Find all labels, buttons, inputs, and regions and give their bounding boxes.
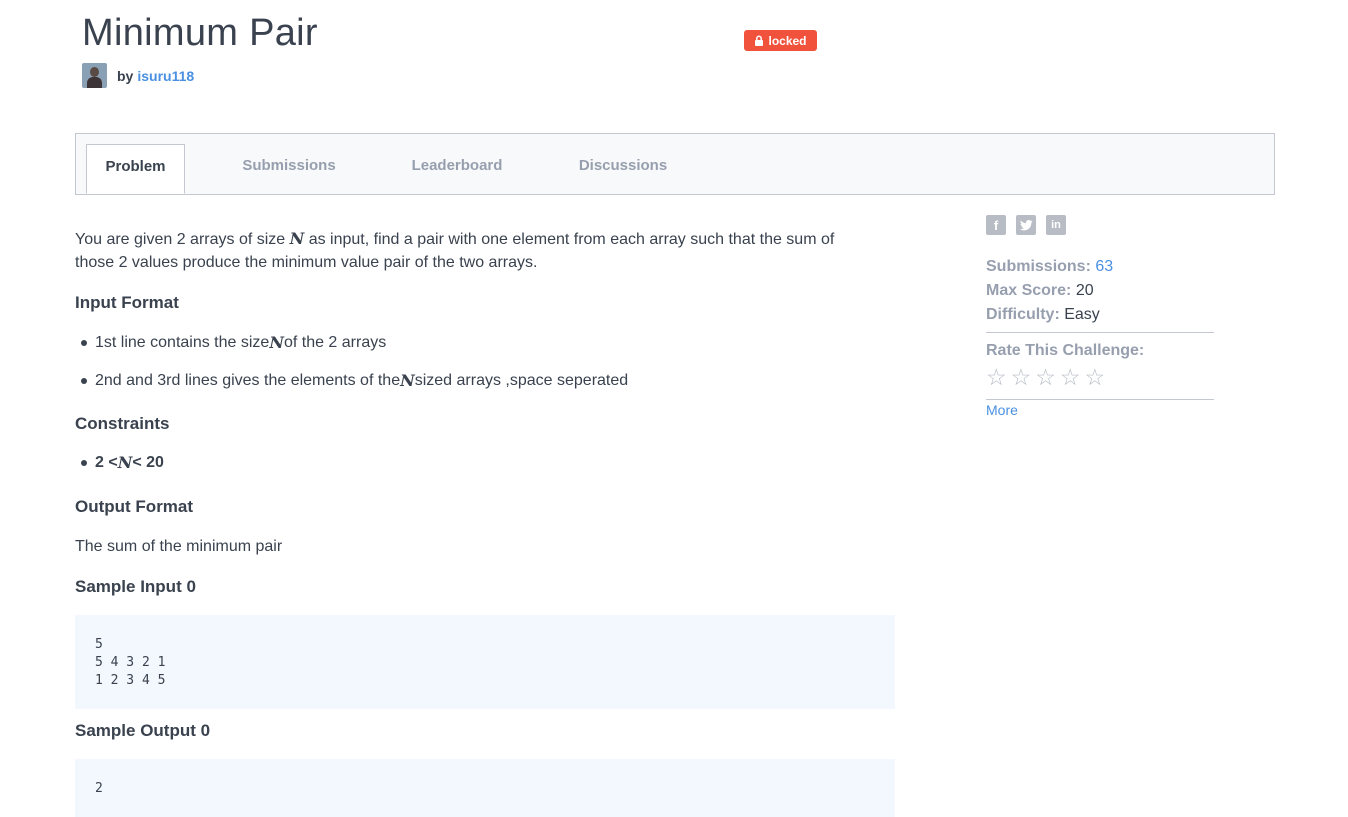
output-format-text: The sum of the minimum pair (75, 538, 283, 555)
more-link[interactable]: More (986, 402, 1018, 418)
list-item: 2nd and 3rd lines gives the elements of … (81, 369, 628, 393)
facebook-icon[interactable]: f (986, 215, 1006, 235)
output-format-heading: Output Format (75, 497, 194, 516)
intro-line-2: those 2 values produce the minimum value… (75, 254, 538, 271)
rate-challenge-label: Rate This Challenge: (986, 342, 1145, 359)
sample-output-code[interactable]: 2 (75, 759, 895, 817)
list-item: 1st line contains the size N of the 2 ar… (81, 331, 386, 355)
star-icon[interactable]: ☆ (1085, 364, 1106, 391)
tab-bar: Problem Submissions Leaderboard Discussi… (75, 133, 1275, 195)
author-link[interactable]: isuru118 (137, 68, 194, 84)
submissions-stat: Submissions: 63 (986, 258, 1114, 275)
sample-input-code[interactable]: 5 5 4 3 2 1 1 2 3 4 5 (75, 615, 895, 709)
twitter-icon[interactable] (1016, 215, 1036, 235)
sample-output-heading: Sample Output 0 (75, 721, 211, 740)
locked-badge: locked (744, 30, 817, 51)
locked-badge-label: locked (768, 33, 807, 48)
intro-line-1: You are given 2 arrays of size N as inpu… (75, 229, 835, 248)
sample-input-heading: Sample Input 0 (75, 577, 196, 596)
star-icon[interactable]: ☆ (1060, 364, 1081, 391)
divider (986, 332, 1214, 333)
input-format-heading: Input Format (75, 293, 179, 312)
lock-icon (755, 35, 764, 46)
constraints-heading: Constraints (75, 414, 170, 433)
author-line: by isuru118 (82, 63, 194, 88)
max-score-stat: Max Score: 20 (986, 282, 1094, 299)
tab-leaderboard[interactable]: Leaderboard (405, 144, 509, 194)
by-label: by (117, 67, 134, 84)
avatar[interactable] (82, 63, 107, 88)
tab-submissions[interactable]: Submissions (236, 144, 342, 194)
linkedin-icon[interactable]: in (1046, 215, 1066, 235)
difficulty-stat: Difficulty: Easy (986, 306, 1100, 323)
divider (986, 399, 1214, 400)
submissions-count-link[interactable]: 63 (1095, 258, 1113, 275)
star-icon[interactable]: ☆ (1011, 364, 1032, 391)
tab-problem[interactable]: Problem (86, 144, 185, 194)
star-icon[interactable]: ☆ (1035, 364, 1056, 391)
rating-stars: ☆ ☆ ☆ ☆ ☆ (986, 364, 1105, 391)
constraint-item: 2 < N < 20 (81, 451, 164, 475)
share-links: f in (986, 215, 1066, 235)
tab-discussions[interactable]: Discussions (573, 144, 673, 194)
page-title: Minimum Pair (82, 12, 318, 54)
star-icon[interactable]: ☆ (986, 364, 1007, 391)
